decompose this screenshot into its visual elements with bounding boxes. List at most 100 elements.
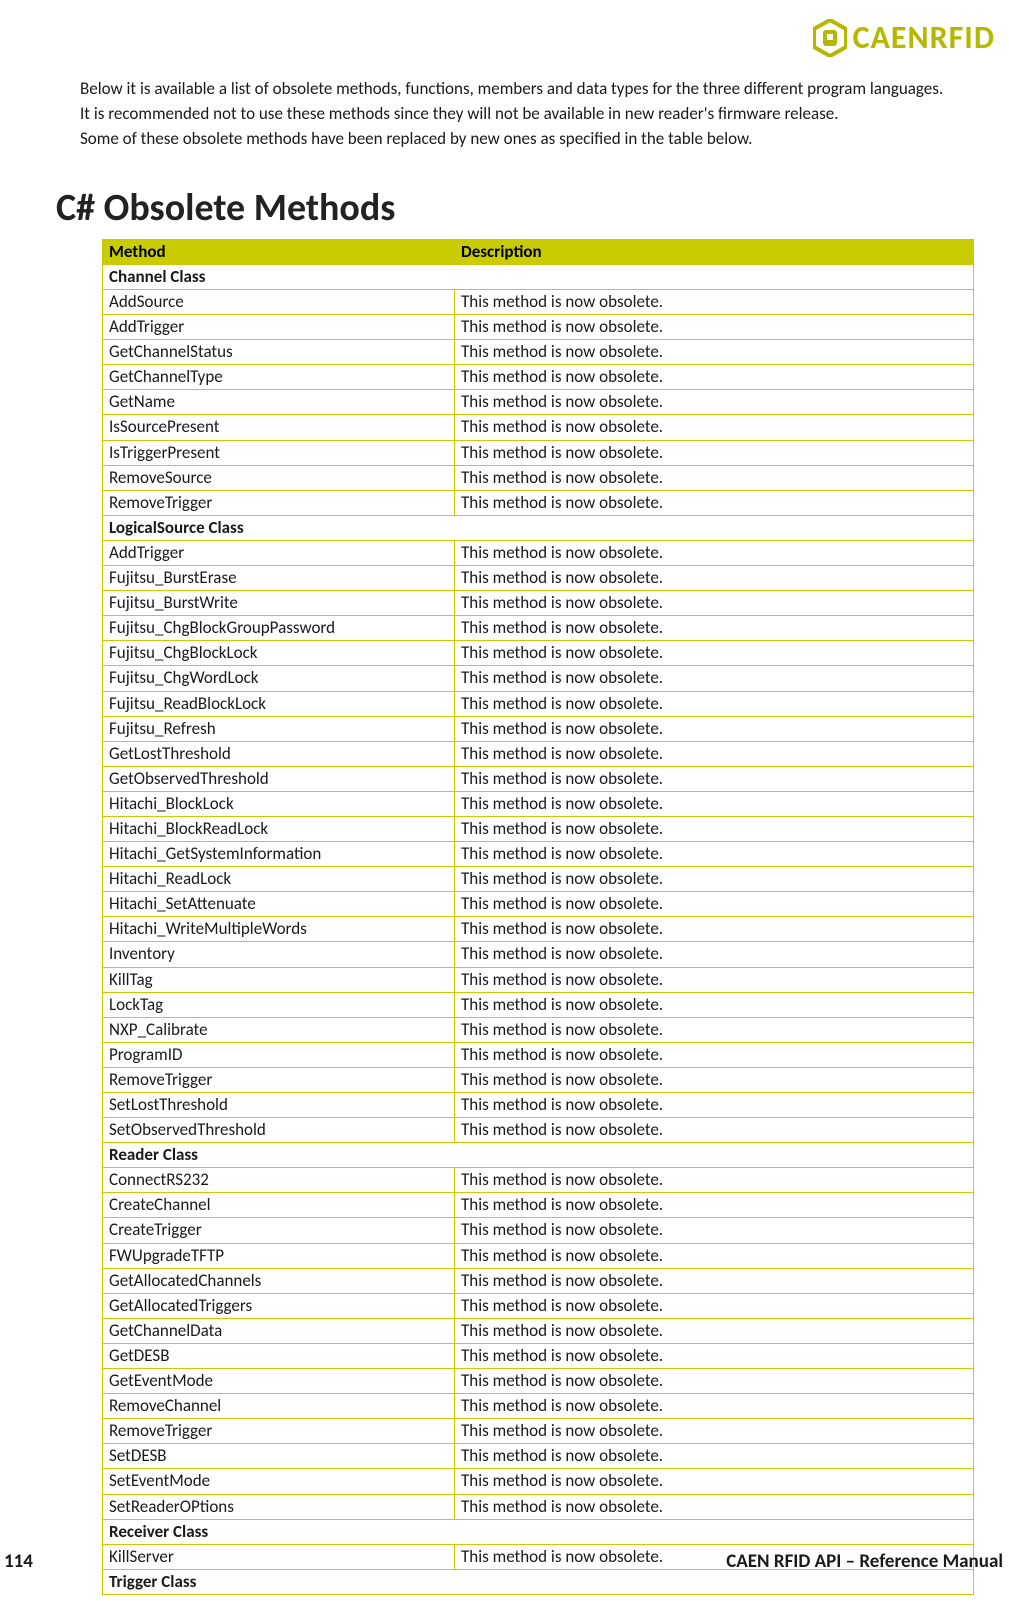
table-row: AddTriggerThis method is now obsolete. [103, 315, 974, 340]
description-cell: This method is now obsolete. [455, 992, 974, 1017]
method-cell: Fujitsu_BurstWrite [103, 591, 455, 616]
table-row: Fujitsu_ReadBlockLockThis method is now … [103, 691, 974, 716]
description-cell: This method is now obsolete. [455, 1293, 974, 1318]
description-cell: This method is now obsolete. [455, 1369, 974, 1394]
table-row: ProgramIDThis method is now obsolete. [103, 1042, 974, 1067]
description-cell: This method is now obsolete. [455, 766, 974, 791]
table-row: GetEventModeThis method is now obsolete. [103, 1369, 974, 1394]
description-cell: This method is now obsolete. [455, 842, 974, 867]
description-cell: This method is now obsolete. [455, 917, 974, 942]
table-row: IsSourcePresentThis method is now obsole… [103, 415, 974, 440]
method-cell: Fujitsu_ReadBlockLock [103, 691, 455, 716]
table-row: SetEventModeThis method is now obsolete. [103, 1469, 974, 1494]
method-cell: FWUpgradeTFTP [103, 1243, 455, 1268]
method-cell: GetChannelStatus [103, 340, 455, 365]
table-row: RemoveTriggerThis method is now obsolete… [103, 1067, 974, 1092]
method-cell: Fujitsu_Refresh [103, 716, 455, 741]
description-cell: This method is now obsolete. [455, 666, 974, 691]
method-cell: NXP_Calibrate [103, 1017, 455, 1042]
method-cell: SetObservedThreshold [103, 1118, 455, 1143]
table-row: IsTriggerPresentThis method is now obsol… [103, 440, 974, 465]
description-cell: This method is now obsolete. [455, 641, 974, 666]
method-cell: Hitachi_ReadLock [103, 867, 455, 892]
method-cell: ProgramID [103, 1042, 455, 1067]
method-cell: AddTrigger [103, 315, 455, 340]
description-cell: This method is now obsolete. [455, 340, 974, 365]
table-row: Hitachi_ReadLockThis method is now obsol… [103, 867, 974, 892]
doc-title: CAEN RFID API – Reference Manual [726, 1550, 1003, 1573]
description-cell: This method is now obsolete. [455, 741, 974, 766]
method-cell: CreateChannel [103, 1193, 455, 1218]
table-row: Hitachi_WriteMultipleWordsThis method is… [103, 917, 974, 942]
table-row: KillTagThis method is now obsolete. [103, 967, 974, 992]
method-cell: IsTriggerPresent [103, 440, 455, 465]
table-row: FWUpgradeTFTPThis method is now obsolete… [103, 1243, 974, 1268]
table-row: ConnectRS232This method is now obsolete. [103, 1168, 974, 1193]
description-cell: This method is now obsolete. [455, 1017, 974, 1042]
table-row: SetReaderOPtionsThis method is now obsol… [103, 1494, 974, 1519]
description-cell: This method is now obsolete. [455, 967, 974, 992]
obsolete-methods-table: Method Description Channel ClassAddSourc… [102, 239, 974, 1595]
description-cell: This method is now obsolete. [455, 1419, 974, 1444]
class-row: Reader Class [103, 1143, 974, 1168]
description-cell: This method is now obsolete. [455, 1268, 974, 1293]
class-row: Channel Class [103, 264, 974, 289]
table-row: GetDESBThis method is now obsolete. [103, 1343, 974, 1368]
description-cell: This method is now obsolete. [455, 1469, 974, 1494]
description-cell: This method is now obsolete. [455, 791, 974, 816]
table-row: SetDESBThis method is now obsolete. [103, 1444, 974, 1469]
class-name-cell: Reader Class [103, 1143, 974, 1168]
description-cell: This method is now obsolete. [455, 390, 974, 415]
method-cell: IsSourcePresent [103, 415, 455, 440]
method-cell: Fujitsu_ChgBlockLock [103, 641, 455, 666]
footer: 114 CAEN RFID API – Reference Manual [0, 1550, 1009, 1573]
table-row: Fujitsu_ChgBlockGroupPasswordThis method… [103, 616, 974, 641]
description-cell: This method is now obsolete. [455, 365, 974, 390]
description-cell: This method is now obsolete. [455, 1318, 974, 1343]
method-cell: ConnectRS232 [103, 1168, 455, 1193]
table-row: GetChannelDataThis method is now obsolet… [103, 1318, 974, 1343]
method-cell: RemoveChannel [103, 1394, 455, 1419]
class-name-cell: LogicalSource Class [103, 515, 974, 540]
method-cell: LockTag [103, 992, 455, 1017]
logo-hex-icon [813, 19, 847, 57]
class-row: Trigger Class [103, 1569, 974, 1594]
description-cell: This method is now obsolete. [455, 716, 974, 741]
method-cell: SetEventMode [103, 1469, 455, 1494]
description-cell: This method is now obsolete. [455, 490, 974, 515]
method-cell: Hitachi_BlockLock [103, 791, 455, 816]
table-row: Fujitsu_BurstEraseThis method is now obs… [103, 566, 974, 591]
table-row: CreateChannelThis method is now obsolete… [103, 1193, 974, 1218]
method-cell: GetObservedThreshold [103, 766, 455, 791]
method-cell: Inventory [103, 942, 455, 967]
method-cell: RemoveTrigger [103, 1419, 455, 1444]
intro-p2: It is recommended not to use these metho… [80, 103, 991, 126]
table-row: GetAllocatedTriggersThis method is now o… [103, 1293, 974, 1318]
table-row: Hitachi_GetSystemInformationThis method … [103, 842, 974, 867]
table-row: LockTagThis method is now obsolete. [103, 992, 974, 1017]
table-row: InventoryThis method is now obsolete. [103, 942, 974, 967]
description-cell: This method is now obsolete. [455, 942, 974, 967]
description-cell: This method is now obsolete. [455, 691, 974, 716]
method-cell: AddTrigger [103, 540, 455, 565]
description-cell: This method is now obsolete. [455, 1494, 974, 1519]
method-cell: GetLostThreshold [103, 741, 455, 766]
section-title: C# Obsolete Methods [56, 185, 1009, 231]
col-description: Description [455, 239, 974, 264]
method-cell: Hitachi_SetAttenuate [103, 892, 455, 917]
table-row: GetObservedThresholdThis method is now o… [103, 766, 974, 791]
table-row: Hitachi_BlockReadLockThis method is now … [103, 816, 974, 841]
method-cell: RemoveTrigger [103, 1067, 455, 1092]
page-number: 114 [4, 1550, 33, 1573]
description-cell: This method is now obsolete. [455, 1343, 974, 1368]
description-cell: This method is now obsolete. [455, 415, 974, 440]
intro-p3: Some of these obsolete methods have been… [80, 128, 991, 151]
description-cell: This method is now obsolete. [455, 616, 974, 641]
table-row: Fujitsu_BurstWriteThis method is now obs… [103, 591, 974, 616]
table-row: SetLostThresholdThis method is now obsol… [103, 1093, 974, 1118]
method-cell: GetChannelType [103, 365, 455, 390]
method-cell: GetEventMode [103, 1369, 455, 1394]
intro-block: Below it is available a list of obsolete… [80, 78, 991, 151]
description-cell: This method is now obsolete. [455, 1444, 974, 1469]
table-row: Hitachi_BlockLockThis method is now obso… [103, 791, 974, 816]
